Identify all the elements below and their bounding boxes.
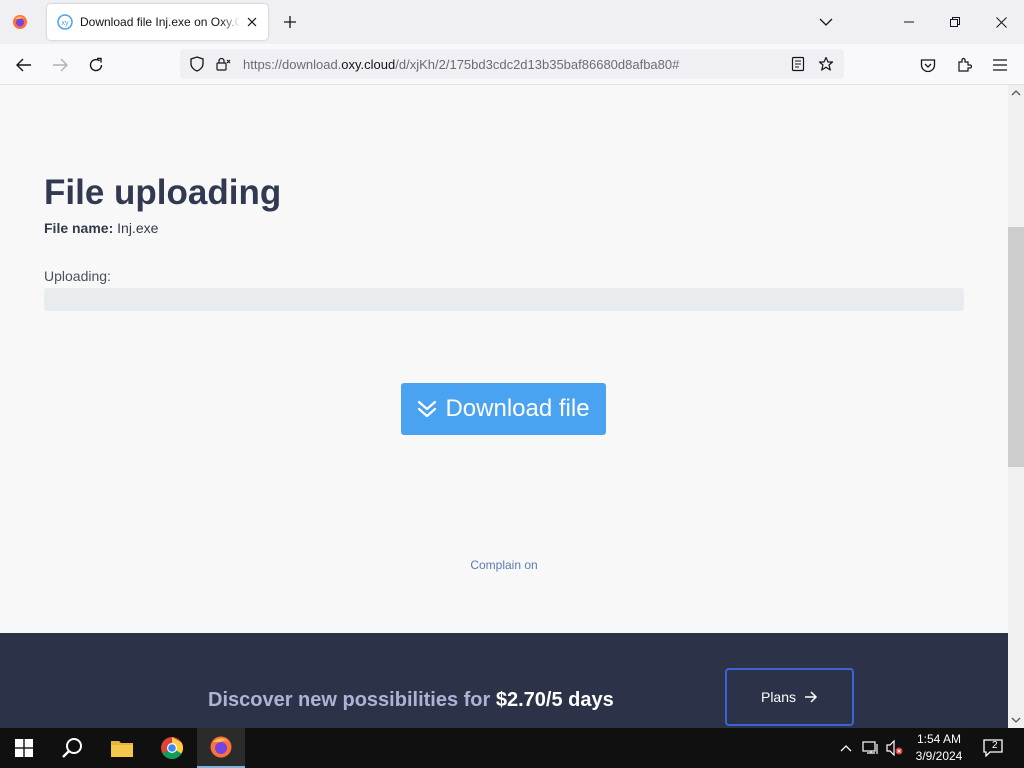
tab-close-icon[interactable] [244,14,260,30]
new-tab-icon[interactable] [280,12,300,32]
app-menu-icon[interactable] [987,52,1013,78]
vertical-scrollbar[interactable] [1008,85,1024,728]
url-text[interactable]: https://download.oxy.cloud/d/xjKh/2/175b… [243,57,679,72]
search-icon[interactable] [48,728,96,768]
scroll-down-icon[interactable] [1011,715,1021,725]
taskbar: 1:54 AM 3/9/2024 2 [0,728,1024,768]
minimize-icon[interactable] [886,0,932,44]
volume-muted-icon[interactable] [885,738,905,758]
double-chevron-down-icon [417,399,437,419]
arrow-right-icon [804,691,818,703]
extensions-icon[interactable] [951,52,977,78]
show-hidden-icons-icon[interactable] [836,738,856,758]
bookmark-star-icon[interactable] [817,55,835,73]
forward-icon[interactable] [47,52,73,78]
navigation-bar: https://download.oxy.cloud/d/xjKh/2/175b… [0,44,1024,85]
back-icon[interactable] [11,52,37,78]
site-info-lock-icon[interactable] [214,55,232,73]
list-all-tabs-icon[interactable] [816,12,836,32]
tracking-protection-icon[interactable] [188,55,206,73]
windows-start-icon[interactable] [0,728,48,768]
network-icon[interactable] [861,738,881,758]
scroll-up-icon[interactable] [1011,88,1021,98]
promo-banner: Discover new possibilities for $2.70/5 d… [0,633,1008,728]
file-name-value: Inj.exe [117,220,159,236]
notification-count: 2 [992,740,998,751]
tab-title: Download file Inj.exe on Oxy.Cl [80,15,240,29]
url-path: /d/xjKh/2/175bd3cdc2d13b35baf86680d8afba… [395,57,680,72]
url-prefix: https://download. [243,57,342,72]
url-domain: oxy.cloud [341,57,396,72]
file-name-row: File name: Inj.exe [44,220,158,236]
url-bar[interactable]: https://download.oxy.cloud/d/xjKh/2/175b… [180,49,844,79]
clock-time: 1:54 AM [916,732,962,746]
tab-active[interactable]: xy Download file Inj.exe on Oxy.Cl [47,4,268,40]
oxy-favicon-icon: xy [57,14,73,30]
reader-view-icon[interactable] [789,55,807,73]
tab-strip: xy Download file Inj.exe on Oxy.Cl [0,0,1024,44]
plans-label: Plans [760,689,797,705]
file-explorer-icon[interactable] [98,728,146,768]
firefox-taskbar-icon[interactable] [197,728,245,768]
file-name-label: File name: [44,220,114,236]
uploading-label: Uploading: [44,268,111,284]
reload-icon[interactable] [83,52,109,78]
pocket-icon[interactable] [915,52,941,78]
firefox-view-icon[interactable] [0,0,40,44]
svg-text:xy: xy [62,20,70,27]
promo-message: Discover new possibilities for [208,689,491,711]
promo-text: Discover new possibilities for $2.70/5 d… [208,689,614,712]
page-viewport: File uploading File name: Inj.exe Upload… [0,85,1008,728]
complain-link[interactable]: Complain on [0,558,1008,572]
download-file-label: Download file [445,395,590,422]
close-window-icon[interactable] [978,0,1024,44]
scrollbar-thumb[interactable] [1008,227,1024,467]
restore-icon[interactable] [932,0,978,44]
upload-progress-bar [44,288,964,311]
system-clock[interactable]: 1:54 AM 3/9/2024 [912,731,966,765]
clock-date: 3/9/2024 [915,749,963,763]
plans-button[interactable]: Plans [725,668,854,726]
download-file-button[interactable]: Download file [401,383,606,435]
page-title: File uploading [44,173,282,212]
promo-price: $2.70/5 days [495,689,614,711]
chrome-icon[interactable] [148,728,196,768]
